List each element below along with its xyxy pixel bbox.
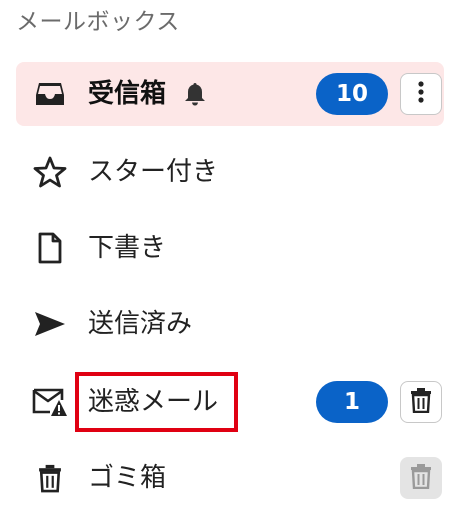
folder-label: 受信箱 [88, 79, 167, 109]
folder-item-trash[interactable]: ゴミ箱 [16, 446, 444, 510]
empty-spam-button[interactable] [400, 381, 442, 423]
empty-trash-button[interactable] [400, 457, 442, 499]
folder-item-drafts[interactable]: 下書き [16, 216, 444, 280]
folder-item-inbox[interactable]: 受信箱 10 [16, 62, 444, 126]
folder-label: スター付き [88, 157, 219, 187]
unread-count-badge: 10 [316, 73, 388, 115]
trash-icon [410, 387, 432, 417]
folder-item-sent[interactable]: 送信済み [16, 292, 444, 356]
more-vertical-icon [417, 80, 425, 108]
unread-count-badge: 1 [316, 381, 388, 423]
folder-label: 下書き [88, 233, 167, 263]
send-icon [32, 306, 68, 342]
folder-item-starred[interactable]: スター付き [16, 140, 444, 204]
highlight-box [75, 372, 238, 432]
document-icon [32, 230, 68, 266]
bell-icon [184, 82, 206, 106]
trash-icon [32, 460, 68, 496]
trash-icon [410, 463, 432, 493]
folder-label: 送信済み [88, 309, 193, 339]
folder-label: ゴミ箱 [88, 463, 167, 493]
inbox-icon [32, 76, 68, 112]
spam-mail-icon [32, 384, 68, 420]
star-icon [32, 154, 68, 190]
section-header: メールボックス [16, 9, 180, 35]
more-options-button[interactable] [400, 73, 442, 115]
